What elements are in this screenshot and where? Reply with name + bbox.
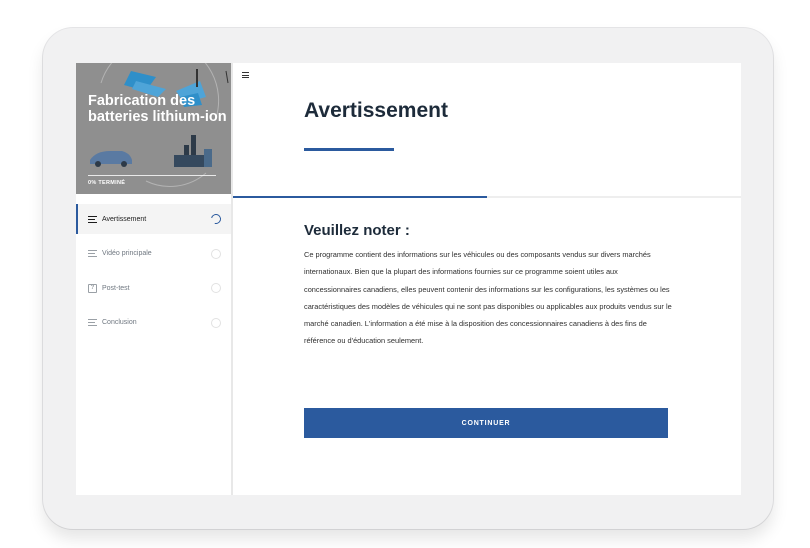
sidebar-item-post-test[interactable]: ? Post-test <box>76 273 231 303</box>
lesson-content: Avertissement Veuillez noter : Ce progra… <box>233 63 741 495</box>
page-title: Avertissement <box>304 99 448 122</box>
sidebar-item-video-principale[interactable]: Vidéo principale <box>76 239 231 269</box>
sidebar-item-label: Vidéo principale <box>102 250 152 258</box>
continue-button[interactable]: CONTINUER <box>304 408 668 438</box>
title-underline <box>304 148 394 151</box>
disclaimer-text: Ce programme contient des informations s… <box>304 250 672 346</box>
progress-ring-icon <box>209 212 223 226</box>
sidebar-item-conclusion[interactable]: Conclusion <box>76 308 231 338</box>
course-sidebar: Fabrication des batteries lithium-ion 0%… <box>76 63 231 495</box>
hamburger-icon[interactable] <box>242 72 249 78</box>
lines-icon <box>88 318 97 327</box>
course-title: Fabrication des batteries lithium-ion <box>88 93 227 125</box>
status-circle-icon <box>211 248 221 259</box>
lines-icon <box>88 249 97 258</box>
status-circle-icon <box>211 283 221 294</box>
course-progress-label: 0% TERMINÉ <box>88 180 126 186</box>
course-hero: Fabrication des batteries lithium-ion 0%… <box>76 63 231 194</box>
sidebar-item-label: Post-test <box>102 284 130 292</box>
hero-divider <box>88 175 216 176</box>
lines-icon <box>88 215 97 224</box>
sidebar-item-avertissement[interactable]: Avertissement <box>76 204 231 234</box>
sidebar-item-label: Conclusion <box>102 319 137 327</box>
question-box-icon: ? <box>88 283 97 293</box>
app-screen: Fabrication des batteries lithium-ion 0%… <box>76 63 741 495</box>
section-heading: Veuillez noter : <box>304 222 410 239</box>
lesson-nav: Avertissement Vidéo principale ? Post-te… <box>76 204 231 342</box>
sidebar-item-label: Avertissement <box>102 215 147 223</box>
status-circle-icon <box>211 317 221 328</box>
lesson-progress-fill <box>233 196 487 198</box>
